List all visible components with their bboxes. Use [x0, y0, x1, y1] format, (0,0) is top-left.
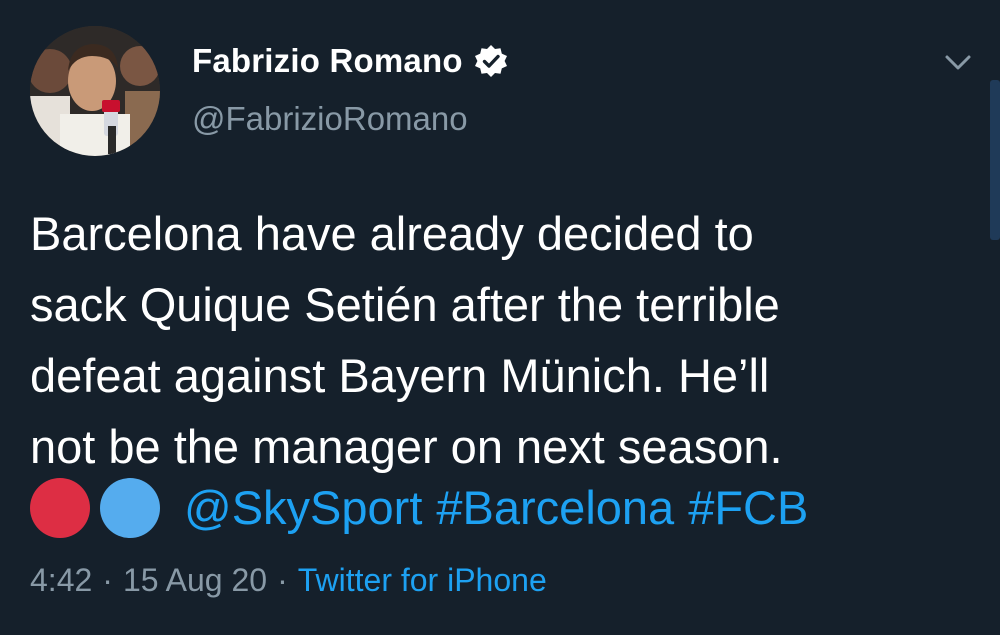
- red-circle-icon: [30, 477, 90, 538]
- mention-link[interactable]: @SkySport: [184, 480, 422, 535]
- author-display-name[interactable]: Fabrizio Romano: [192, 42, 463, 80]
- scrollbar[interactable]: [990, 80, 1000, 240]
- author-row[interactable]: Fabrizio Romano: [192, 38, 509, 84]
- tweet-text-line: sack Quique Setién after the terrible: [30, 278, 780, 331]
- hashtag-link[interactable]: #FCB: [688, 480, 808, 535]
- avatar-photo: [30, 26, 160, 156]
- avatar[interactable]: [30, 26, 160, 156]
- hashtag-link[interactable]: #Barcelona: [436, 480, 674, 535]
- author-handle[interactable]: @FabrizioRomano: [192, 100, 468, 138]
- tweet-date[interactable]: 15 Aug 20: [123, 562, 267, 599]
- tweet-text-line: Barcelona have already decided to: [30, 207, 754, 260]
- tweet-text: Barcelona have already decided to sack Q…: [30, 198, 980, 482]
- tweet-meta: 4:42 · 15 Aug 20 · Twitter for iPhone: [30, 558, 547, 602]
- tweet-time[interactable]: 4:42: [30, 562, 92, 599]
- tweet-source-link[interactable]: Twitter for iPhone: [298, 562, 547, 599]
- verified-badge-icon: [473, 43, 509, 79]
- tweet-text-line: defeat against Bayern Münich. He’ll: [30, 349, 770, 402]
- chevron-down-icon[interactable]: [942, 48, 974, 76]
- blue-circle-icon: [100, 477, 160, 538]
- tweet-tags-line: @SkySport #Barcelona #FCB: [30, 472, 822, 543]
- tweet-card: Fabrizio Romano @FabrizioRomano Barcelon…: [0, 0, 1000, 635]
- meta-separator: ·: [277, 561, 288, 598]
- meta-separator: ·: [102, 561, 113, 598]
